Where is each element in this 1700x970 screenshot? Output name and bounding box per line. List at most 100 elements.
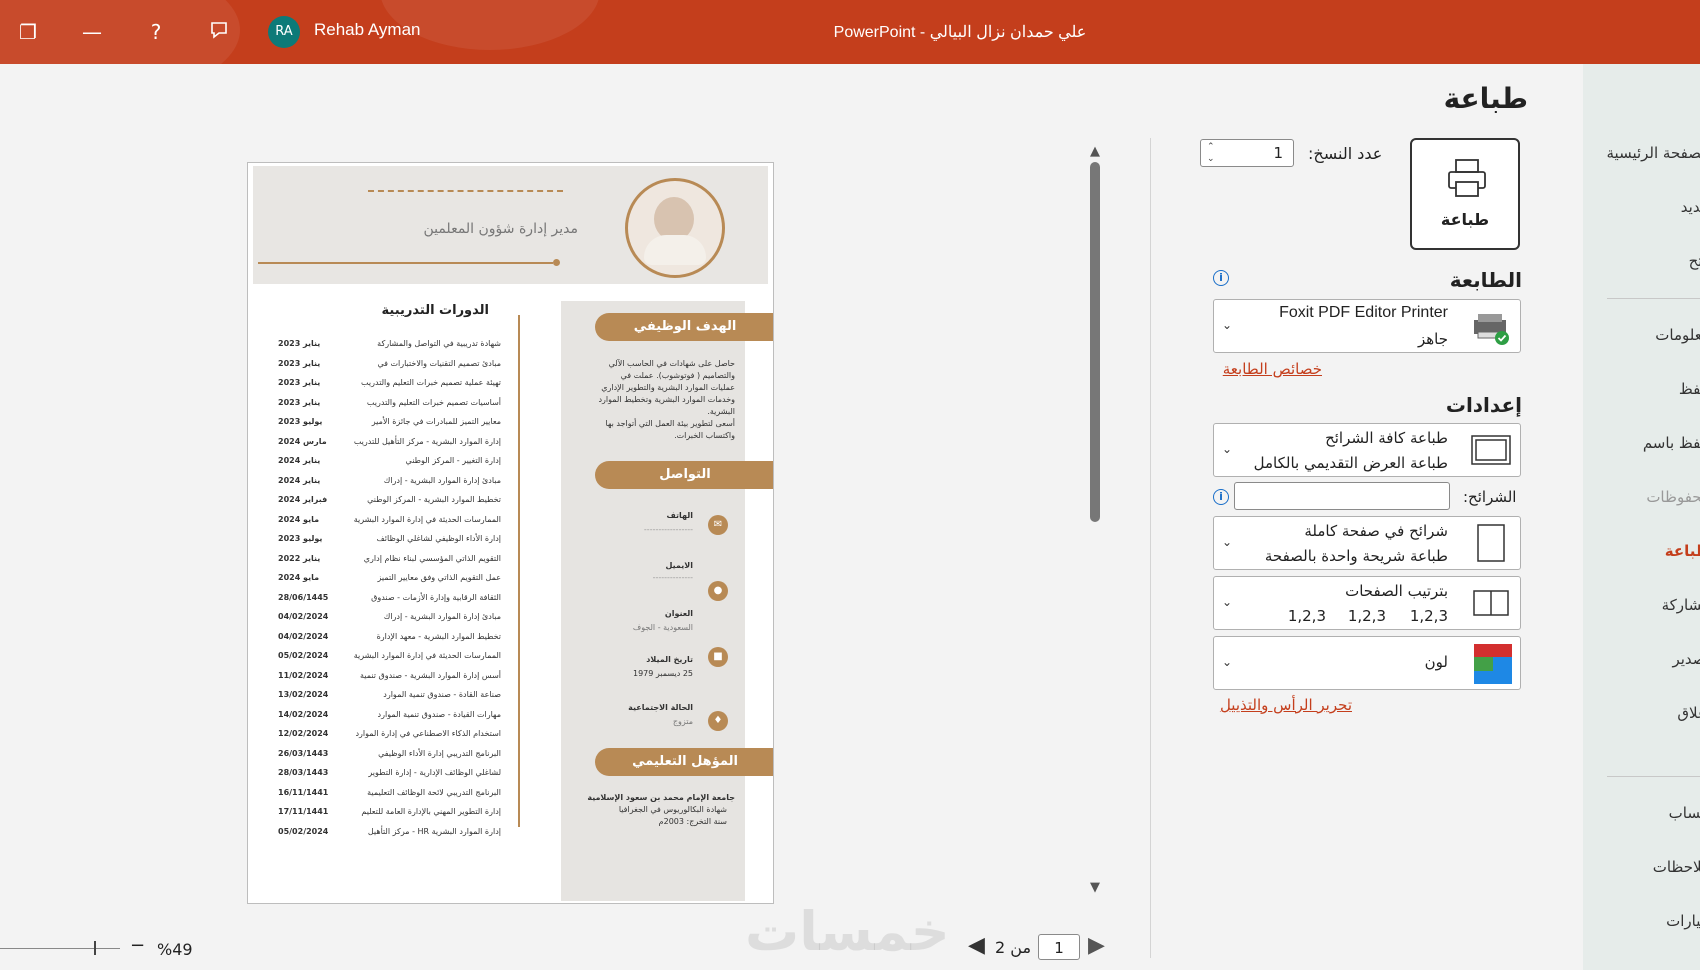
nav-save[interactable]: حفظ [1679,380,1700,398]
zoom-level[interactable]: %49 [157,940,193,959]
course-date: 28/03/1443 [278,768,329,777]
cv-text: حاصل على شهادات في الحاسب الآلي [608,359,735,368]
course-date: 05/02/2024 [278,827,329,836]
avatar[interactable]: RA [268,16,300,48]
cv-text: أسعى لتطوير بيئة العمل التي أتواجد بها [605,419,736,428]
panel-divider [1150,138,1151,958]
nav-print[interactable]: طباعة [1665,542,1700,560]
slides-range-select[interactable]: ⌄ طباعة كافة الشرائح طباعة العرض التقديم… [1213,423,1521,477]
chevron-down-icon: ⌄ [1222,595,1233,609]
course-date: يناير 2023 [278,339,321,348]
backstage-nav: الصفحة الرئيسية جديد فتح معلومات حفظ حفظ… [1583,64,1700,970]
course-text: إدارة التغيير - المركز الوطني [405,456,501,465]
course-text: إدارة الموارد البشرية HR - مركز التأهيل [367,827,501,836]
page-title: طباعة [1443,82,1528,115]
nav-account[interactable]: حساب [1669,804,1700,822]
nav-history[interactable]: محفوظات [1646,488,1700,506]
course-text: مهارات القيادة - صندوق تنمية الموارد [377,710,501,719]
nav-export[interactable]: تصدير [1672,650,1700,668]
previous-page-icon[interactable]: ◀ [968,933,985,958]
scroll-up-icon[interactable]: ▲ [1090,144,1100,159]
printer-name: Foxit PDF Editor Printer [1279,304,1448,321]
printer-select[interactable]: ⌄ Foxit PDF Editor Printer جاهز [1213,299,1521,353]
course-date: 04/02/2024 [278,612,329,621]
help-icon[interactable]: ? [142,18,170,46]
course-text: استخدام الذكاء الاصطناعي في إدارة الموار… [355,729,501,738]
nav-feedback[interactable]: ملاحظات [1653,858,1700,876]
cv-contact-value: ----------------- [643,525,693,534]
cv-contact-value: السعودية - الجوف [632,623,693,632]
cv-contact-value: -------------- [652,573,693,582]
course-text: أسس إدارة الموارد البشرية - صندوق تنمية [360,671,501,680]
cv-contact-label: الهاتف [666,511,693,520]
nav-home[interactable]: الصفحة الرئيسية [1607,144,1700,162]
restore-icon[interactable]: ❐ [14,18,42,46]
cv-section-education: المؤهل التعليمي [595,748,773,776]
cv-section-contact: التواصل [595,461,773,489]
phone-icon: ✉ [708,515,728,535]
nav-new[interactable]: جديد [1681,198,1700,216]
minimize-icon[interactable]: — [78,18,106,46]
zoom-slider[interactable] [0,948,120,949]
course-date: 17/11/1441 [278,807,329,816]
slides-input[interactable] [1234,482,1450,510]
printer-properties-link[interactable]: خصائص الطابعة [1223,360,1322,378]
cv-contact-label: الايميل [665,561,693,570]
course-text: مبادئ إدارة الموارد البشرية - إدراك [383,612,501,621]
course-date: 16/11/1441 [278,788,329,797]
course-date: يوليو 2023 [278,417,323,426]
collation-title: بترتيب الصفحات [1345,582,1448,600]
preview-scrollbar-thumb[interactable] [1090,162,1100,522]
cv-text: البشرية. [707,407,735,416]
course-date: مارس 2024 [278,437,327,446]
copies-stepper[interactable]: ⌃ ⌄ 1 [1200,139,1294,167]
course-text: البرنامج التدريبي إدارة الأداء الوظيفي [378,749,501,758]
next-page-icon[interactable]: ▶ [1088,933,1105,958]
course-date: مايو 2024 [278,573,320,582]
nav-save-as[interactable]: حفظ باسم [1643,434,1700,452]
chevron-down-icon: ⌄ [1222,535,1233,549]
edit-header-footer-link[interactable]: تحرير الرأس والتذييل [1220,696,1352,714]
cv-contact-label: الحالة الاجتماعية [628,703,693,712]
course-date: 14/02/2024 [278,710,329,719]
cv-text: سنة التخرج: 2003م [658,817,727,826]
course-text: إدارة الموارد البشرية - مركز التأهيل للت… [353,437,501,446]
scroll-down-icon[interactable]: ▼ [1090,880,1100,895]
page-number-input[interactable]: 1 [1038,934,1080,960]
calendar-icon: ♦ [708,711,728,731]
chevron-down-icon: ⌄ [1222,318,1233,332]
course-text: مبادئ تصميم التقنيات والاختبارات في [377,359,501,368]
info-icon[interactable]: i [1213,270,1229,286]
comments-icon[interactable] [206,18,234,46]
nav-close[interactable]: إغلاق [1677,704,1700,722]
cv-text: جامعة الإمام محمد بن سعود الإسلامية [587,793,735,802]
print-button[interactable]: طباعة [1410,138,1520,250]
course-text: تخطيط الموارد البشرية - المركز الوطني [367,495,501,504]
nav-open[interactable]: فتح [1689,252,1700,270]
chevron-down-icon: ⌄ [1222,442,1233,456]
user-name[interactable]: Rehab Ayman [314,20,420,40]
course-date: يناير 2023 [278,378,321,387]
nav-options[interactable]: خيارات [1666,912,1700,930]
cv-contact-value: 25 ديسمبر 1979 [632,669,693,678]
print-preview-page: مدير إدارة شؤون المعلمين الهدف الوظيفي ح… [247,162,774,904]
cv-contact-label: العنوان [664,609,693,618]
info-icon[interactable]: i [1213,489,1229,505]
course-date: يناير 2023 [278,398,321,407]
course-date: 12/02/2024 [278,729,329,738]
name-placeholder [368,190,563,192]
collation-select[interactable]: ⌄ بترتيب الصفحات 1,2,3 1,2,3 1,2,3 [1213,576,1521,630]
zoom-out-icon[interactable]: − [130,935,145,956]
nav-info[interactable]: معلومات [1655,326,1700,344]
course-text: تخطيط الموارد البشرية - معهد الإدارة [376,632,501,641]
nav-share[interactable]: مشاركة [1662,596,1700,614]
spinner-arrows-icon[interactable]: ⌃ ⌄ [1207,141,1215,165]
color-select[interactable]: ⌄ لون [1213,636,1521,690]
course-date: يناير 2024 [278,476,321,485]
print-button-label: طباعة [1440,210,1490,229]
zoom-slider-thumb[interactable] [94,941,96,955]
layout-select[interactable]: ⌄ شرائح في صفحة كاملة طباعة شريحة واحدة … [1213,516,1521,570]
layout-title: شرائح في صفحة كاملة [1304,522,1448,540]
course-text: إدارة التطوير المهني بالإدارة العامة للت… [361,807,501,816]
cv-contact-value: متزوج [672,717,693,726]
